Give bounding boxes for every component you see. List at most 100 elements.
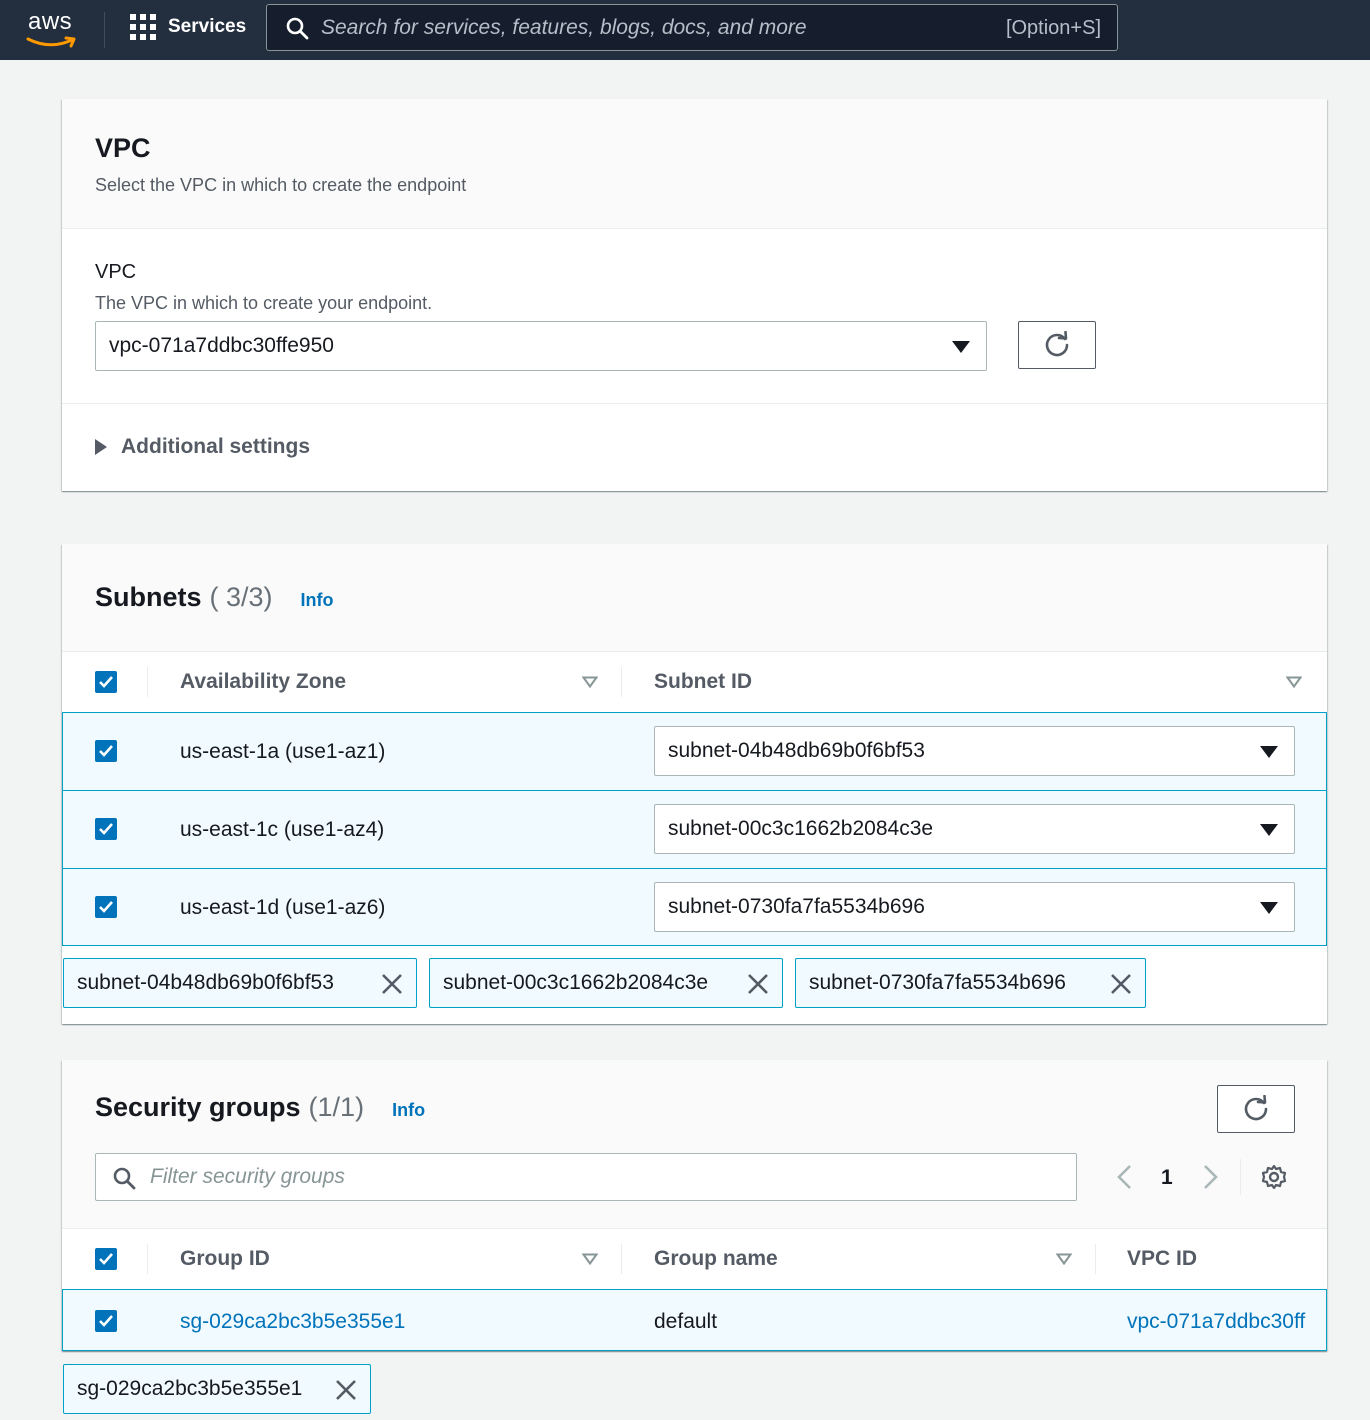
caret-right-icon (95, 439, 107, 455)
check-icon (99, 823, 113, 835)
security-groups-title: Security groups (95, 1092, 301, 1122)
row-checkbox[interactable] (95, 1310, 117, 1332)
search-icon (286, 17, 309, 40)
filter-placeholder: Filter security groups (150, 1165, 345, 1188)
sort-icon[interactable] (1056, 1253, 1072, 1265)
subnets-title: Subnets (95, 582, 202, 612)
vpc-panel: VPC Select the VPC in which to create th… (62, 99, 1327, 491)
table-row[interactable]: us-east-1c (use1-az4) subnet-00c3c1662b2… (62, 790, 1327, 868)
aws-logo[interactable]: aws (26, 8, 80, 48)
subnets-panel-header: Subnets ( 3/3) Info (62, 544, 1327, 652)
security-groups-info-link[interactable]: Info (392, 1100, 425, 1121)
vpc-field-description: The VPC in which to create your endpoint… (95, 293, 433, 313)
close-icon[interactable] (1109, 972, 1133, 996)
check-icon (99, 676, 113, 688)
close-icon[interactable] (746, 972, 770, 996)
security-group-token-label: sg-029ca2bc3b5e355e1 (77, 1377, 303, 1400)
close-icon[interactable] (334, 1378, 358, 1402)
chevron-left-icon[interactable] (1116, 1164, 1132, 1190)
gear-icon[interactable] (1261, 1164, 1287, 1190)
search-shortcut: [Option+S] (1005, 17, 1101, 39)
vpc-panel-title: VPC (95, 133, 151, 163)
subnet-select[interactable]: subnet-04b48db69b0f6bf53 (654, 726, 1295, 776)
chevron-right-icon[interactable] (1203, 1164, 1219, 1190)
table-row[interactable]: us-east-1a (use1-az1) subnet-04b48db69b0… (62, 712, 1327, 790)
security-groups-refresh-button[interactable] (1217, 1085, 1295, 1133)
vpc-select[interactable]: vpc-071a7ddbc30ffe950 (95, 321, 987, 371)
sort-icon[interactable] (1286, 676, 1302, 688)
security-groups-title-group: Security groups (1/1) Info (95, 1092, 425, 1123)
table-row[interactable]: us-east-1d (use1-az6) subnet-0730fa7fa55… (62, 868, 1327, 946)
security-groups-count: (1/1) (308, 1092, 365, 1122)
subnets-count: ( 3/3) (209, 582, 273, 612)
column-header-subnet-id[interactable]: Subnet ID (654, 670, 752, 694)
sort-icon[interactable] (582, 676, 598, 688)
column-header-availability-zone[interactable]: Availability Zone (180, 670, 346, 694)
vpc-panel-header: VPC Select the VPC in which to create th… (62, 99, 1327, 229)
caret-down-icon (1260, 746, 1278, 758)
sort-icon[interactable] (582, 1253, 598, 1265)
caret-down-icon (1260, 824, 1278, 836)
search-placeholder: Search for services, features, blogs, do… (321, 16, 807, 39)
vpc-panel-subtitle: Select the VPC in which to create the en… (95, 175, 467, 195)
row-checkbox[interactable] (95, 896, 117, 918)
subnet-select-value: subnet-04b48db69b0f6bf53 (668, 739, 925, 762)
additional-settings-label: Additional settings (121, 435, 310, 458)
subnet-token-label: subnet-00c3c1662b2084c3e (443, 971, 709, 994)
row-checkbox[interactable] (95, 818, 117, 840)
vpc-refresh-button[interactable] (1018, 321, 1096, 369)
security-groups-panel: Security groups (1/1) Info Filter securi… (62, 1060, 1327, 1351)
group-id-link[interactable]: sg-029ca2bc3b5e355e1 (180, 1310, 405, 1334)
column-divider (621, 1244, 622, 1274)
subnet-select[interactable]: subnet-00c3c1662b2084c3e (654, 804, 1295, 854)
global-search-input[interactable]: Search for services, features, blogs, do… (266, 4, 1118, 51)
row-checkbox[interactable] (95, 740, 117, 762)
check-icon (99, 745, 113, 757)
caret-down-icon (952, 341, 970, 353)
availability-zone-cell: us-east-1a (use1-az1) (180, 740, 386, 763)
grid-icon (130, 14, 156, 40)
security-groups-panel-header: Security groups (1/1) Info Filter securi… (62, 1060, 1327, 1229)
subnets-info-link[interactable]: Info (301, 590, 334, 611)
subnet-token-label: subnet-0730fa7fa5534b696 (809, 971, 1066, 994)
column-divider (1095, 1244, 1096, 1274)
check-icon (99, 1315, 113, 1327)
aws-logo-text: aws (28, 8, 73, 35)
caret-down-icon (1260, 902, 1278, 914)
aws-smile-icon (26, 36, 76, 48)
refresh-icon (1045, 331, 1069, 357)
group-name-cell: default (654, 1310, 718, 1333)
subnets-panel: Subnets ( 3/3) Info Availability Zone Su… (62, 544, 1327, 1024)
nav-divider (104, 12, 105, 48)
table-row[interactable]: sg-029ca2bc3b5e355e1 default vpc-071a7dd… (62, 1289, 1327, 1351)
column-divider (147, 667, 148, 697)
vpc-id-link[interactable]: vpc-071a7ddbc30ff (1127, 1310, 1305, 1334)
select-all-security-groups-checkbox[interactable] (95, 1248, 117, 1270)
additional-settings-toggle[interactable]: Additional settings (95, 435, 310, 459)
pagination-divider (1240, 1159, 1241, 1195)
filter-security-groups-input[interactable]: Filter security groups (95, 1153, 1077, 1201)
column-header-group-id[interactable]: Group ID (180, 1247, 270, 1271)
vpc-panel-divider (62, 403, 1327, 404)
column-divider (621, 667, 622, 697)
column-header-group-name[interactable]: Group name (654, 1247, 778, 1271)
subnet-token-label: subnet-04b48db69b0f6bf53 (77, 971, 334, 994)
vpc-field-label: VPC (95, 261, 137, 283)
services-menu-button[interactable]: Services (130, 14, 246, 40)
check-icon (99, 901, 113, 913)
column-header-vpc-id[interactable]: VPC ID (1127, 1247, 1197, 1271)
subnet-token: subnet-04b48db69b0f6bf53 (63, 958, 417, 1008)
check-icon (99, 1253, 113, 1265)
subnet-select[interactable]: subnet-0730fa7fa5534b696 (654, 882, 1295, 932)
select-all-subnets-checkbox[interactable] (95, 671, 117, 693)
subnets-title-group: Subnets ( 3/3) Info (95, 582, 334, 613)
close-icon[interactable] (380, 972, 404, 996)
vpc-select-value: vpc-071a7ddbc30ffe950 (109, 334, 334, 357)
pagination-page-number[interactable]: 1 (1161, 1166, 1173, 1190)
availability-zone-cell: us-east-1d (use1-az6) (180, 896, 386, 919)
subnet-select-value: subnet-0730fa7fa5534b696 (668, 895, 925, 918)
security-group-token: sg-029ca2bc3b5e355e1 (63, 1364, 371, 1414)
subnet-token: subnet-0730fa7fa5534b696 (795, 958, 1146, 1008)
column-divider (147, 1244, 148, 1274)
refresh-icon (1244, 1095, 1268, 1121)
